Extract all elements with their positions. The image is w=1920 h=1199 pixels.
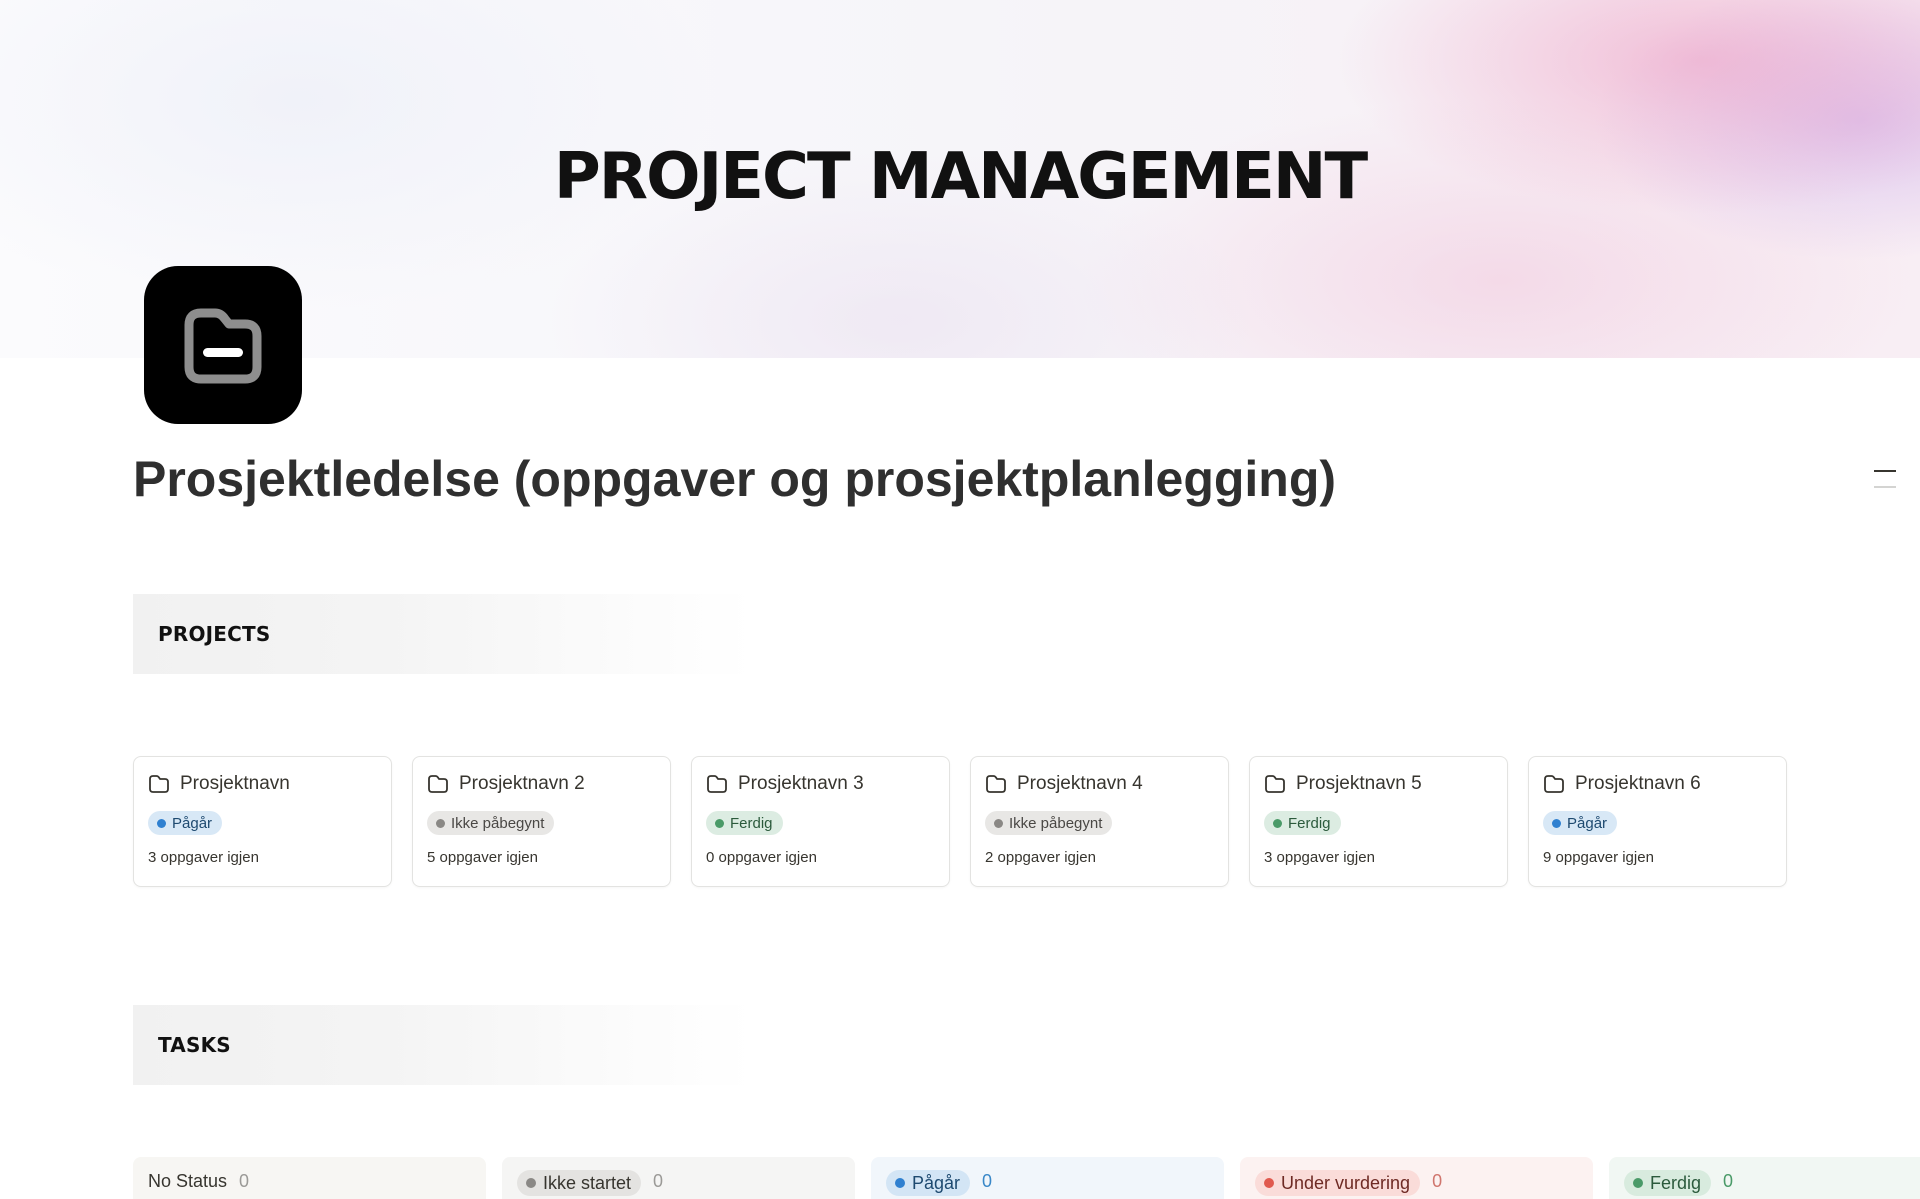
tasks-board: No Status 0 Ikke startet 0 Pågår 0 Under vurde… bbox=[133, 1157, 1920, 1199]
folder-icon bbox=[184, 308, 262, 384]
column-count: 0 bbox=[1723, 1171, 1734, 1191]
tasks-heading: TASKS bbox=[158, 1033, 231, 1057]
status-dot bbox=[994, 818, 1003, 828]
project-card-header: Prosjektnavn 5 bbox=[1264, 771, 1493, 797]
project-card[interactable]: Prosjektnavn 4 Ikke påbegynt 2 oppgaver ig… bbox=[970, 756, 1229, 887]
column-label: Ikke startet bbox=[543, 1172, 632, 1193]
column-count: 0 bbox=[1432, 1171, 1443, 1191]
status-dot bbox=[715, 818, 724, 828]
board-column-header[interactable]: Ferdig 0 bbox=[1609, 1157, 1920, 1199]
status-dot bbox=[895, 1178, 905, 1188]
status-dot bbox=[1633, 1178, 1643, 1188]
status-badge: Pågår bbox=[148, 811, 223, 835]
tasks-remaining: 2 oppgaver igjen bbox=[985, 849, 1096, 866]
project-card-header: Prosjektnavn 6 bbox=[1543, 771, 1772, 797]
column-label: Pågår bbox=[912, 1172, 961, 1193]
column-label: Under vurdering bbox=[1281, 1172, 1411, 1193]
project-name: Prosjektnavn 5 bbox=[1296, 773, 1422, 794]
project-card-header: Prosjektnavn 4 bbox=[985, 771, 1214, 797]
status-badge: Ferdig bbox=[706, 811, 783, 835]
status-label: Ikke påbegynt bbox=[451, 814, 545, 832]
column-status-pill: Under vurdering bbox=[1255, 1170, 1421, 1196]
page-title: Prosjektledelse (oppgaver og prosjektpla… bbox=[133, 451, 1337, 507]
status-dot bbox=[157, 818, 166, 828]
tasks-remaining: 0 oppgaver igjen bbox=[706, 849, 817, 866]
board-column-header[interactable]: Pågår 0 bbox=[871, 1157, 1224, 1199]
project-name: Prosjektnavn 4 bbox=[1017, 773, 1143, 794]
project-card[interactable]: Prosjektnavn 3 Ferdig 0 oppgaver igjen bbox=[691, 756, 950, 887]
status-label: Pågår bbox=[1567, 814, 1608, 832]
status-badge: Ikke påbegynt bbox=[985, 811, 1113, 835]
status-dot bbox=[1264, 1178, 1274, 1188]
status-label: Pågår bbox=[172, 814, 213, 832]
tasks-remaining: 9 oppgaver igjen bbox=[1543, 849, 1654, 866]
project-name: Prosjektnavn 6 bbox=[1575, 773, 1701, 794]
table-of-contents-toggle[interactable] bbox=[1874, 470, 1896, 494]
column-count: 0 bbox=[239, 1171, 250, 1191]
status-dot bbox=[526, 1178, 536, 1188]
project-card-header: Prosjektnavn 3 bbox=[706, 771, 935, 797]
tasks-remaining: 3 oppgaver igjen bbox=[148, 849, 259, 866]
tasks-remaining: 3 oppgaver igjen bbox=[1264, 849, 1375, 866]
column-status-pill: Ferdig bbox=[1624, 1170, 1712, 1196]
board-column-header[interactable]: Under vurdering 0 bbox=[1240, 1157, 1593, 1199]
folder-icon bbox=[985, 774, 1007, 794]
status-badge: Ferdig bbox=[1264, 811, 1341, 835]
status-label: Ferdig bbox=[1288, 814, 1331, 832]
column-status-pill: Pågår bbox=[886, 1170, 971, 1196]
projects-section-header: PROJECTS bbox=[133, 594, 753, 674]
column-status-pill: Ikke startet bbox=[517, 1170, 642, 1196]
page-icon[interactable] bbox=[144, 266, 302, 424]
project-name: Prosjektnavn bbox=[180, 773, 290, 794]
projects-gallery: Prosjektnavn Pågår 3 oppgaver igjen Prosjek… bbox=[133, 756, 1787, 887]
status-label: Ferdig bbox=[730, 814, 773, 832]
status-dot bbox=[436, 818, 445, 828]
column-count: 0 bbox=[653, 1171, 664, 1191]
project-card[interactable]: Prosjektnavn 6 Pågår 9 oppgaver igjen bbox=[1528, 756, 1787, 887]
project-card-header: Prosjektnavn 2 bbox=[427, 771, 656, 797]
status-dot bbox=[1273, 818, 1282, 828]
tasks-section-header: TASKS bbox=[133, 1005, 753, 1085]
projects-heading: PROJECTS bbox=[158, 622, 271, 646]
project-card[interactable]: Prosjektnavn 2 Ikke påbegynt 5 oppgaver ig… bbox=[412, 756, 671, 887]
cover-title: PROJECT MANAGEMENT bbox=[553, 140, 1368, 214]
status-label: Ikke påbegynt bbox=[1009, 814, 1103, 832]
tasks-remaining: 5 oppgaver igjen bbox=[427, 849, 538, 866]
board-column-header[interactable]: Ikke startet 0 bbox=[502, 1157, 855, 1199]
folder-icon bbox=[1543, 774, 1565, 794]
column-label: No Status bbox=[148, 1171, 228, 1191]
column-label: Ferdig bbox=[1650, 1172, 1702, 1193]
project-name: Prosjektnavn 3 bbox=[738, 773, 864, 794]
project-name: Prosjektnavn 2 bbox=[459, 773, 585, 794]
folder-icon bbox=[148, 774, 170, 794]
project-card-header: Prosjektnavn bbox=[148, 771, 377, 797]
column-count: 0 bbox=[982, 1171, 993, 1191]
project-card[interactable]: Prosjektnavn 5 Ferdig 3 oppgaver igjen bbox=[1249, 756, 1508, 887]
folder-icon bbox=[427, 774, 449, 794]
folder-icon bbox=[1264, 774, 1286, 794]
status-badge: Pågår bbox=[1543, 811, 1618, 835]
status-dot bbox=[1552, 818, 1561, 828]
status-badge: Ikke påbegynt bbox=[427, 811, 555, 835]
folder-icon bbox=[706, 774, 728, 794]
project-card[interactable]: Prosjektnavn Pågår 3 oppgaver igjen bbox=[133, 756, 392, 887]
board-column-header[interactable]: No Status 0 bbox=[133, 1157, 486, 1199]
